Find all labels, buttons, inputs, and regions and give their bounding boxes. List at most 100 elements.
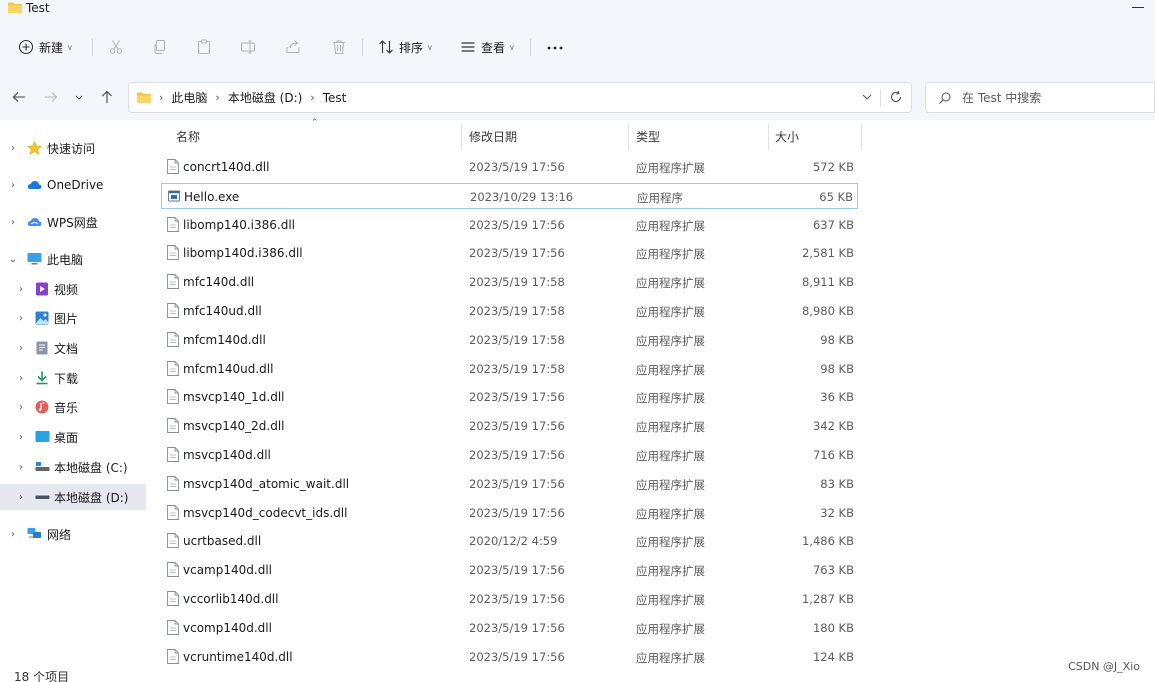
sidebar-item-documents[interactable]: › 文档 xyxy=(0,336,146,360)
chevron-right-icon[interactable]: › xyxy=(16,313,26,324)
file-date: 2023/5/19 17:56 xyxy=(469,448,565,462)
chevron-right-icon[interactable]: › xyxy=(16,432,26,443)
chevron-right-icon[interactable]: › xyxy=(16,402,26,413)
new-button[interactable]: 新建 ∨ xyxy=(18,36,73,58)
breadcrumb-drive-d[interactable]: 本地磁盘 (D:) xyxy=(228,89,302,106)
file-date: 2023/5/19 17:56 xyxy=(469,620,565,635)
chevron-right-icon[interactable]: › xyxy=(16,284,26,295)
chevron-down-icon[interactable]: ⌄ xyxy=(8,254,18,265)
file-size: 1,486 KB xyxy=(801,534,854,549)
file-type: 应用程序扩展 xyxy=(636,650,705,665)
file-row[interactable]: vcomp140d.dll 2023/5/19 17:56 应用程序扩展 180 KB xyxy=(161,615,858,641)
file-size: 36 KB xyxy=(820,390,854,405)
sidebar-item-downloads[interactable]: › 下载 xyxy=(0,366,146,390)
file-name: ucrtbased.dll xyxy=(183,534,262,549)
file-row[interactable]: mfc140ud.dll 2023/5/19 17:58 应用程序扩展 8,980 K… xyxy=(161,298,858,324)
drive-icon xyxy=(35,495,50,499)
breadcrumb-chevron-icon[interactable]: › xyxy=(159,91,163,104)
sidebar-item-quick-access[interactable]: › 快速访问 xyxy=(0,136,146,160)
paste-icon[interactable] xyxy=(196,39,212,55)
sidebar-item-wps-cloud[interactable]: › WPS网盘 xyxy=(0,210,146,234)
file-type: 应用程序扩展 xyxy=(636,477,705,492)
breadcrumb-chevron-icon[interactable]: › xyxy=(215,91,219,104)
chevron-right-icon[interactable]: › xyxy=(16,462,26,473)
column-header-name[interactable]: 名称 xyxy=(176,128,200,144)
sidebar-item-music[interactable]: › 音乐 xyxy=(0,395,146,419)
address-bar[interactable]: › 此电脑 › 本地磁盘 (D:) › Test xyxy=(128,82,912,113)
sidebar-item-label: 音乐 xyxy=(54,400,79,415)
sidebar-item-videos[interactable]: › 视频 xyxy=(0,277,146,301)
column-divider[interactable] xyxy=(461,124,462,150)
sidebar-item-desktop[interactable]: › 桌面 xyxy=(0,425,146,449)
file-row[interactable]: msvcp140_1d.dll 2023/5/19 17:56 应用程序扩展 36 K… xyxy=(161,384,858,410)
more-options-icon[interactable] xyxy=(546,45,564,51)
breadcrumb-test[interactable]: Test xyxy=(323,91,347,105)
toolbar-divider xyxy=(530,38,531,56)
column-divider[interactable] xyxy=(768,124,769,150)
file-row[interactable]: Hello.exe 2023/10/29 13:16 应用程序 65 KB xyxy=(161,182,858,209)
sidebar-item-network[interactable]: › 网络 xyxy=(0,522,146,546)
chevron-right-icon[interactable]: › xyxy=(8,180,18,191)
column-divider[interactable] xyxy=(628,124,629,150)
share-icon[interactable] xyxy=(285,39,301,55)
dll-file-icon xyxy=(167,331,179,347)
file-row[interactable]: msvcp140_2d.dll 2023/5/19 17:56 应用程序扩展 342 … xyxy=(161,413,858,439)
file-row[interactable]: mfcm140d.dll 2023/5/19 17:58 应用程序扩展 98 KB xyxy=(161,327,858,353)
cut-icon[interactable] xyxy=(108,39,124,55)
file-row[interactable]: mfc140d.dll 2023/5/19 17:58 应用程序扩展 8,911 KB xyxy=(161,269,858,295)
minimize-button[interactable] xyxy=(1129,0,1149,14)
file-row[interactable]: msvcp140d.dll 2023/5/19 17:56 应用程序扩展 716 KB xyxy=(161,442,858,468)
computer-icon xyxy=(27,253,42,265)
copy-icon[interactable] xyxy=(152,39,168,55)
sidebar-item-label: 文档 xyxy=(54,341,79,356)
wps-cloud-icon xyxy=(27,218,42,226)
sidebar-item-onedrive[interactable]: › OneDrive xyxy=(0,173,146,197)
chevron-right-icon[interactable]: › xyxy=(16,492,26,503)
file-row[interactable]: libomp140.i386.dll 2023/5/19 17:56 应用程序扩展 6… xyxy=(161,212,858,238)
search-box[interactable] xyxy=(925,82,1155,113)
back-arrow-icon[interactable] xyxy=(11,89,27,105)
search-input[interactable] xyxy=(962,89,1142,107)
file-row[interactable]: ucrtbased.dll 2020/12/2 4:59 应用程序扩展 1,486 K… xyxy=(161,528,858,554)
file-row[interactable]: libomp140d.i386.dll 2023/5/19 17:56 应用程序扩展… xyxy=(161,240,858,266)
sidebar-item-this-pc[interactable]: ⌄ 此电脑 xyxy=(0,247,146,271)
forward-arrow-icon[interactable] xyxy=(43,89,59,105)
view-button[interactable]: 查看 ∨ xyxy=(460,36,515,58)
sidebar-item-pictures[interactable]: › 图片 xyxy=(0,306,146,330)
chevron-right-icon[interactable]: › xyxy=(8,217,18,228)
delete-icon[interactable] xyxy=(331,39,347,55)
dll-file-icon xyxy=(167,504,179,520)
rename-icon[interactable] xyxy=(240,39,256,55)
file-row[interactable]: vccorlib140d.dll 2023/5/19 17:56 应用程序扩展 1,2… xyxy=(161,586,858,612)
address-history-chevron-icon[interactable] xyxy=(861,91,873,103)
sort-button[interactable]: 排序 ∨ xyxy=(378,36,433,58)
chevron-right-icon[interactable]: › xyxy=(8,143,18,154)
chevron-right-icon[interactable]: › xyxy=(16,373,26,384)
application-icon xyxy=(168,189,180,204)
refresh-icon[interactable] xyxy=(889,90,903,104)
up-arrow-icon[interactable] xyxy=(99,89,115,105)
file-name: mfcm140ud.dll xyxy=(183,361,274,376)
view-button-label: 查看 xyxy=(481,40,506,55)
file-row[interactable]: msvcp140d_codecvt_ids.dll 2023/5/19 17:56… xyxy=(161,500,858,526)
file-row[interactable]: vcamp140d.dll 2023/5/19 17:56 应用程序扩展 763 KB xyxy=(161,557,858,583)
chevron-right-icon[interactable]: › xyxy=(16,343,26,354)
dll-file-icon xyxy=(167,418,179,434)
breadcrumb-this-pc[interactable]: 此电脑 xyxy=(171,89,207,106)
sidebar-item-drive-c[interactable]: › 本地磁盘 (C:) xyxy=(0,455,146,479)
file-row[interactable]: mfcm140ud.dll 2023/5/19 17:58 应用程序扩展 98 KB xyxy=(161,356,858,382)
file-date: 2023/5/19 17:56 xyxy=(469,246,565,261)
file-date: 2023/5/19 17:56 xyxy=(469,592,565,606)
network-icon xyxy=(27,528,41,538)
sidebar-item-drive-d[interactable]: › 本地磁盘 (D:) xyxy=(0,484,146,510)
recent-locations-icon[interactable] xyxy=(73,89,85,105)
column-header-size[interactable]: 大小 xyxy=(775,128,799,144)
chevron-right-icon[interactable]: › xyxy=(8,529,18,540)
column-header-date[interactable]: 修改日期 xyxy=(469,128,517,144)
breadcrumb-chevron-icon[interactable]: › xyxy=(310,91,314,104)
file-row[interactable]: concrt140d.dll 2023/5/19 17:56 应用程序扩展 572 K… xyxy=(161,154,858,180)
column-header-type[interactable]: 类型 xyxy=(636,128,660,144)
file-type: 应用程序扩展 xyxy=(636,564,705,579)
column-divider[interactable] xyxy=(861,124,862,150)
file-row[interactable]: msvcp140d_atomic_wait.dll 2023/5/19 17:56… xyxy=(161,471,858,497)
